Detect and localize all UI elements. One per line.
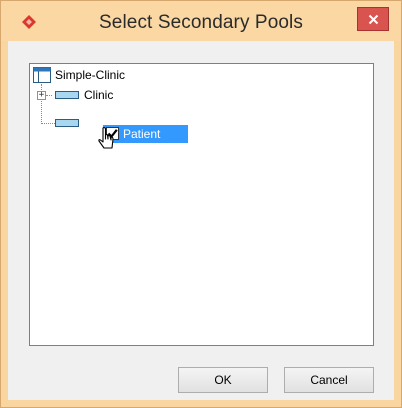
close-icon <box>368 14 378 24</box>
tree-root[interactable]: Simple-Clinic <box>33 66 193 84</box>
pointer-cursor-icon <box>98 127 114 149</box>
close-button[interactable] <box>357 7 389 31</box>
tree-root-label: Simple-Clinic <box>55 68 126 82</box>
tree-item-label: Patient <box>123 127 161 141</box>
dialog-title: Select Secondary Pools <box>99 12 303 33</box>
title-bar[interactable]: Select Secondary Pools <box>1 1 401 41</box>
dialog-window: Select Secondary Pools Simple-Clinic + C… <box>0 0 402 408</box>
dialog-body: Simple-Clinic + Clinic Patient OK Cancel <box>8 41 394 400</box>
pool-tree[interactable]: Simple-Clinic + Clinic Patient <box>29 63 374 346</box>
pool-icon <box>55 91 79 99</box>
expand-toggle[interactable]: + <box>37 91 46 100</box>
diagram-icon <box>33 67 51 83</box>
ok-button[interactable]: OK <box>178 367 268 393</box>
tree-item-clinic[interactable]: Clinic <box>53 86 143 104</box>
tree-item-label: Clinic <box>84 88 114 102</box>
pool-icon <box>55 119 79 127</box>
cancel-button[interactable]: Cancel <box>284 367 374 393</box>
tree-connector <box>41 123 55 124</box>
tree-connector <box>46 95 52 96</box>
